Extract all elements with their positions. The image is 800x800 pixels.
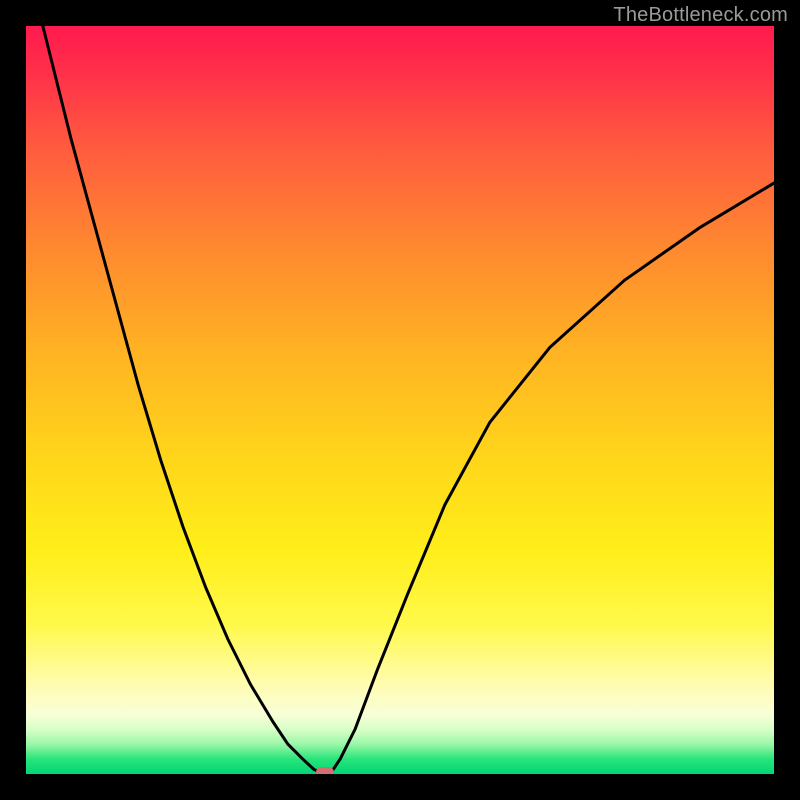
- chart-frame: TheBottleneck.com: [0, 0, 800, 800]
- bottleneck-curve: [26, 26, 774, 774]
- plot-area: [26, 26, 774, 774]
- watermark-text: TheBottleneck.com: [613, 4, 788, 27]
- optimal-point-marker: [316, 767, 334, 774]
